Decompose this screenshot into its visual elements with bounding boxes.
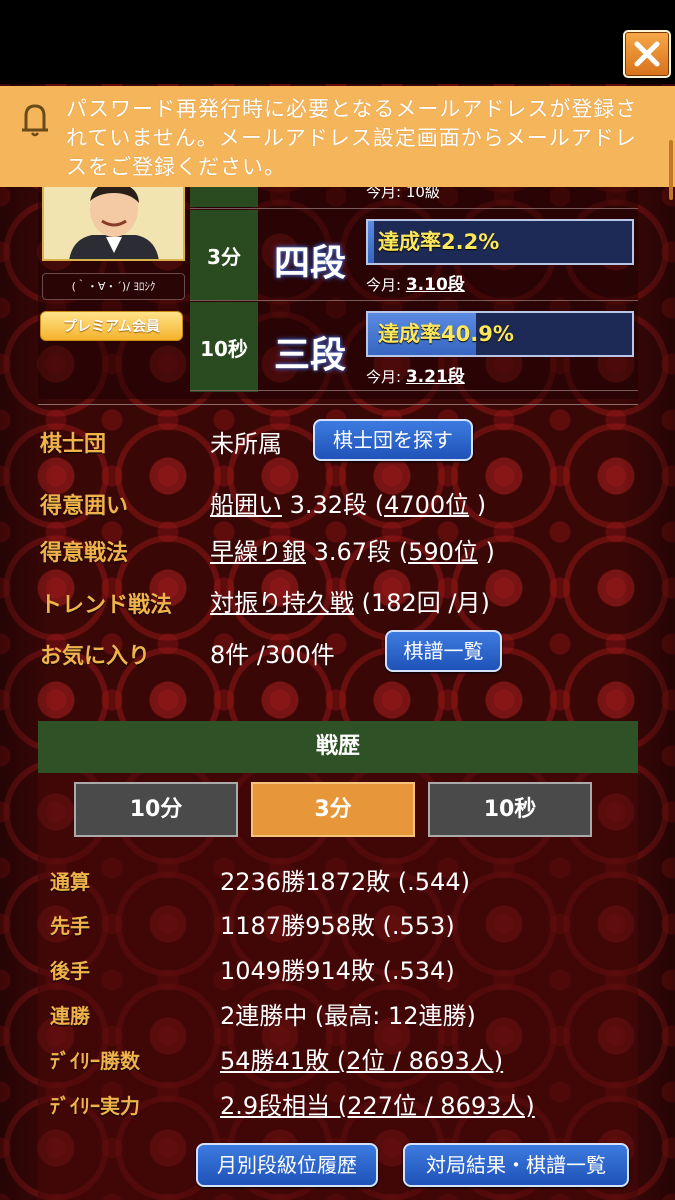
email-notice-banner[interactable]: パスワード再発行時に必要となるメールアドレスが登録されていません。メールアドレス… [0,86,675,187]
rank-divider [190,390,638,391]
favorites-label: お気に入り [40,644,151,669]
record-label: 通算 [50,870,90,894]
avatar [42,187,185,261]
close-button[interactable] [623,30,671,78]
achievement-bar: 達成率2.2% [366,219,634,265]
rank-row-10sec: 10秒 三段 達成率40.9% 今月: 3.21段 [190,302,638,392]
strategy-rank-link[interactable]: 590位 [408,538,478,566]
castle-value: 船囲い 3.32段 (4700位 ) [210,491,487,519]
achievement-bar: 達成率40.9% [366,311,634,357]
group-value: 未所属 [210,430,282,458]
achievement-text: 達成率40.9% [378,322,514,346]
close-icon [634,41,660,67]
month-rank-link[interactable]: 3.10段 [406,275,465,295]
trend-value: 対振り持久戦 (182回 /月) [210,589,490,617]
strategy-label: 得意戦法 [40,541,129,566]
kifu-list-button[interactable]: 棋譜一覧 [385,630,502,672]
favorites-value: 8件 /300件 [210,641,335,669]
rank-divider [190,208,638,209]
record-value: 2236勝1872敗 (.544) [220,868,470,896]
daily-strength-link[interactable]: 2.9段相当 (227位 / 8693人) [220,1086,535,1121]
daily-wins-link[interactable]: 54勝41敗 (2位 / 8693人) [220,1041,503,1076]
rank-value: 三段 [274,334,347,376]
rank-row-3min: 3分 四段 達成率2.2% 今月: 3.10段 [190,210,638,300]
nickname: (｀・∀・´)/ ﾖﾛｼｸ [42,273,185,300]
record-value: 1187勝958敗 (.553) [220,912,455,940]
month-rank: 今月: 3.10段 [366,275,465,295]
rank-row-partial: 今月: 10級 [190,187,638,207]
record-title: 戦歴 [38,721,638,773]
trend-label: トレンド戦法 [40,593,173,618]
month-rank: 今月: 3.21段 [366,367,465,387]
month-rank-link[interactable]: 3.21段 [406,367,465,387]
tab-10sec[interactable]: 10秒 [428,782,592,837]
tab-3min[interactable]: 3分 [251,782,415,837]
notice-text: パスワード再発行時に必要となるメールアドレスが登録されていません。メールアドレス… [66,97,638,179]
premium-badge: プレミアム会員 [40,311,183,341]
avatar-portrait [44,187,183,259]
trend-link[interactable]: 対振り持久戦 [210,589,354,617]
record-value: 1049勝914敗 (.534) [220,957,455,985]
section-divider [38,404,638,405]
group-label: 棋士団 [40,432,107,457]
achievement-text: 達成率2.2% [378,230,500,254]
rank-value: 四段 [274,242,347,284]
record-label: 先手 [50,914,90,938]
achievement-fill [368,221,374,263]
record-value: 2連勝中 (最高: 12連勝) [220,1002,476,1030]
castle-rank-link[interactable]: 4700位 [384,491,469,519]
rank-mode: 3分 [190,210,258,300]
partial-month: 今月: 10級 [366,187,440,201]
strategy-link[interactable]: 早繰り銀 [210,538,306,566]
tab-10min[interactable]: 10分 [74,782,238,837]
rank-divider [190,300,638,301]
record-label: 後手 [50,959,90,983]
record-label: 連勝 [50,1004,90,1028]
castle-link[interactable]: 船囲い [210,491,282,519]
record-label: ﾃﾞｲﾘｰ実力 [50,1094,140,1118]
monthly-rank-history-button[interactable]: 月別段級位履歴 [196,1143,378,1187]
scrollbar[interactable] [669,140,673,200]
rank-mode: 10秒 [190,302,258,392]
game-results-button[interactable]: 対局結果・棋譜一覧 [403,1143,629,1187]
record-label: ﾃﾞｲﾘｰ勝数 [50,1049,140,1073]
castle-label: 得意囲い [40,494,129,519]
bell-icon [22,104,48,137]
strategy-value: 早繰り銀 3.67段 (590位 ) [210,538,495,566]
status-area [0,0,675,84]
find-group-button[interactable]: 棋士団を探す [313,419,473,461]
